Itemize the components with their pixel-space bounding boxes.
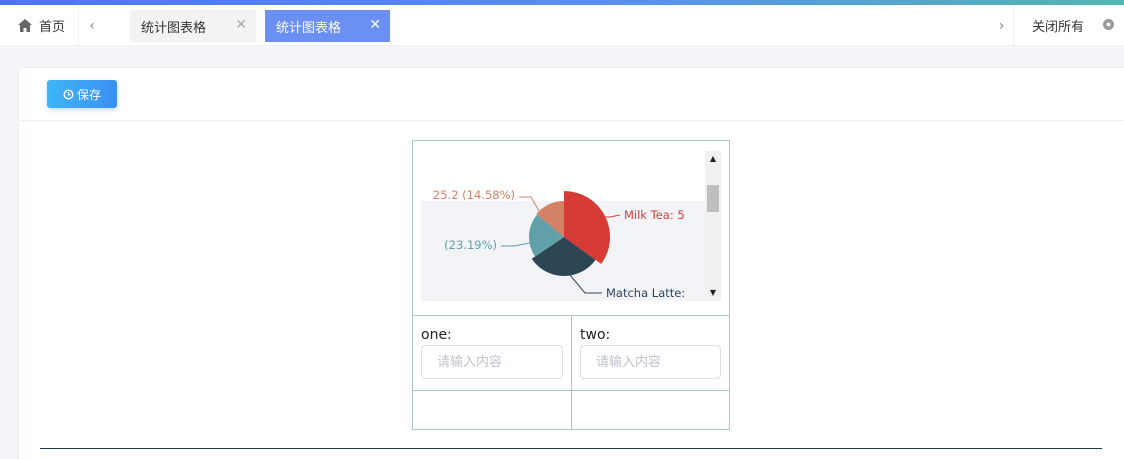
chart-form-table: Milk Tea: 5 Matcha Latte: (23.19%) 25.2 (14… bbox=[412, 140, 730, 430]
tab-statistics-chart-2[interactable]: 统计图表格 ✕ bbox=[265, 10, 390, 42]
cell-divider bbox=[571, 391, 572, 430]
tab-label: 统计图表格 bbox=[276, 20, 342, 36]
field-label-two: two: bbox=[580, 327, 611, 343]
tab-statistics-chart-1[interactable]: 统计图表格 ✕ bbox=[130, 10, 256, 42]
pie-chart: Milk Tea: 5 Matcha Latte: (23.19%) 25.2 (14… bbox=[433, 188, 685, 300]
chart-cell: Milk Tea: 5 Matcha Latte: (23.19%) 25.2 (14… bbox=[413, 141, 729, 316]
bottom-divider bbox=[40, 448, 1102, 449]
chart-scrollbar[interactable]: ▲ ▼ bbox=[705, 151, 721, 301]
field-input-one[interactable] bbox=[421, 345, 563, 379]
pie-slice-label: (23.19%) bbox=[444, 238, 497, 252]
field-input-two[interactable] bbox=[580, 345, 721, 379]
pie-slice-label: 25.2 (14.58%) bbox=[433, 188, 515, 202]
pie-slice-label: Milk Tea: 5 bbox=[624, 208, 685, 222]
field-label-one: one: bbox=[421, 327, 452, 343]
home-label: 首页 bbox=[39, 20, 66, 35]
close-all-tabs-button[interactable]: 关闭所有 bbox=[1032, 5, 1114, 46]
chevron-left-icon: ‹ bbox=[89, 17, 95, 34]
chevron-right-icon: › bbox=[998, 17, 1005, 34]
scroll-down-icon[interactable]: ▼ bbox=[705, 286, 721, 300]
form-cell-one: one: bbox=[413, 316, 572, 390]
tab-bar: 首页 ‹ 统计图表格 ✕ 统计图表格 ✕ › 关闭所有 bbox=[0, 5, 1124, 46]
save-label: 保存 bbox=[76, 87, 101, 102]
scroll-up-icon[interactable]: ▲ bbox=[705, 152, 721, 166]
home-icon bbox=[18, 19, 32, 32]
close-icon[interactable]: ✕ bbox=[235, 17, 247, 33]
close-icon[interactable]: ✕ bbox=[369, 17, 381, 33]
scroll-tabs-right-button[interactable]: › bbox=[990, 5, 1014, 46]
card-toolbar: 保存 bbox=[19, 68, 1124, 121]
pie-label-line bbox=[501, 242, 531, 247]
scroll-tabs-left-button[interactable]: ‹ bbox=[80, 5, 104, 46]
empty-table-row bbox=[413, 390, 729, 430]
pie-label-line bbox=[519, 196, 540, 212]
tab-label: 统计图表格 bbox=[141, 20, 207, 36]
pie-slice-label: Matcha Latte: bbox=[606, 286, 685, 300]
clock-icon bbox=[63, 88, 74, 100]
gear-icon bbox=[1103, 19, 1114, 30]
home-tab[interactable]: 首页 bbox=[0, 5, 79, 46]
scrollbar-thumb[interactable] bbox=[707, 185, 719, 212]
save-button[interactable]: 保存 bbox=[47, 80, 117, 108]
close-all-label: 关闭所有 bbox=[1032, 20, 1085, 35]
pie-label-line bbox=[569, 274, 602, 294]
form-cell-two: two: bbox=[572, 316, 729, 390]
